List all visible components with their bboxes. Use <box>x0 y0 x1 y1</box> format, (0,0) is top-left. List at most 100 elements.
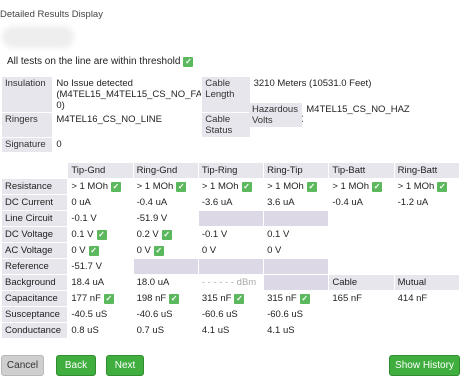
result-value: 4.1 uS <box>267 325 295 336</box>
result-cell: 0.7 uS <box>133 323 198 338</box>
result-cell: -40.6 uS <box>133 307 198 322</box>
results-grid: Tip-Gnd Ring-Gnd Tip-Ring Ring-Tip Tip-Batt R… <box>1 162 460 339</box>
result-cell: 0 V <box>198 243 264 258</box>
check-icon: ✓ <box>169 293 180 304</box>
result-cell: 4.1 uS <box>264 323 329 338</box>
empty-cell <box>394 211 459 226</box>
result-cell: 198 nF ✓ <box>133 291 198 306</box>
empty-cell <box>394 243 459 258</box>
check-icon: ✓ <box>111 181 122 192</box>
result-value: 0 V <box>136 245 151 256</box>
back-button[interactable]: Back <box>56 355 96 376</box>
result-cell: 18.4 uA <box>68 275 133 290</box>
header-blank <box>2 163 68 178</box>
cable-length-label: Cable Length <box>202 77 250 112</box>
result-value: > 1 MOh <box>332 181 370 192</box>
column-header: Ring-Gnd <box>133 163 198 178</box>
result-cell: > 1 MOh ✓ <box>329 179 394 194</box>
result-value: > 1 MOh <box>201 181 239 192</box>
result-value: -51.9 V <box>136 213 168 224</box>
next-button[interactable]: Next <box>106 355 144 376</box>
result-cell: 18.0 uA <box>133 275 198 290</box>
status-text: All tests on the line are within thresho… <box>7 56 181 67</box>
result-cell: 0 V ✓ <box>68 243 133 258</box>
result-cell: 0.2 V ✓ <box>133 227 198 242</box>
table-row: Background 18.4 uA 18.0 uA - - - - - - dBm C… <box>2 275 459 290</box>
result-value: > 1 MOh <box>71 181 109 192</box>
result-cell: > 1 MOh ✓ <box>264 179 329 194</box>
result-cell: -40.5 uS <box>68 307 133 322</box>
empty-cell <box>329 323 394 338</box>
empty-cell <box>329 227 394 242</box>
result-value: -0.1 V <box>201 229 228 240</box>
result-value: 3.6 uA <box>267 197 295 208</box>
empty-cell <box>394 227 459 242</box>
result-value: -60.6 uS <box>267 309 304 320</box>
result-cell: -0.4 uA <box>133 195 198 210</box>
show-history-button[interactable]: Show History <box>389 355 460 376</box>
check-icon: ✓ <box>96 229 107 240</box>
result-cell: 414 nF <box>394 291 459 306</box>
result-cell: > 1 MOh ✓ <box>394 179 459 194</box>
signature-label: Signature <box>2 138 53 152</box>
insulation-value: No Issue detected (M4TEL15_M4TEL15_CS_NO… <box>53 77 202 112</box>
result-value: > 1 MOh <box>267 181 304 192</box>
result-cell: -0.4 uA <box>329 195 394 210</box>
result-value: -51.7 V <box>71 261 102 272</box>
empty-cell <box>198 259 264 274</box>
row-label: DC Current <box>2 195 68 210</box>
empty-cell <box>198 211 264 226</box>
result-value: -0.1 V <box>71 213 97 224</box>
check-icon: ✓ <box>372 181 383 192</box>
result-value: > 1 MOh <box>397 181 435 192</box>
result-cell: -3.6 uA <box>198 195 264 210</box>
table-row: AC Voltage 0 V ✓ 0 V ✓ 0 V0 V <box>2 243 459 258</box>
column-header: Tip-Gnd <box>68 163 133 178</box>
row-label: Background <box>2 275 68 290</box>
result-value: 177 nF <box>71 293 101 304</box>
empty-cell <box>394 323 459 338</box>
result-cell: 165 nF <box>329 291 394 306</box>
empty-cell <box>329 307 394 322</box>
hazardous-volts-value: M4TEL15_CS_NO_HAZ <box>303 103 459 127</box>
result-value: 18.4 uA <box>71 277 105 288</box>
result-cell: 0 uA <box>68 195 133 210</box>
hazard-table: Hazardous Volts M4TEL15_CS_NO_HAZ <box>248 102 460 128</box>
check-icon: ✓ <box>88 245 99 256</box>
column-header: Ring-Batt <box>394 163 459 178</box>
cancel-button[interactable]: Cancel <box>1 355 44 376</box>
empty-cell <box>329 211 394 226</box>
result-cell: > 1 MOh ✓ <box>133 179 198 194</box>
result-value: -40.6 uS <box>136 309 173 320</box>
ringers-value: M4TEL16_CS_NO_LINE <box>53 113 202 137</box>
result-value: 315 nF <box>201 293 232 304</box>
result-cell: -1.2 uA <box>394 195 459 210</box>
result-value: 0 V <box>71 245 86 256</box>
result-cell: > 1 MOh ✓ <box>68 179 133 194</box>
empty-cell <box>329 243 394 258</box>
check-icon: ✓ <box>183 56 194 67</box>
result-cell: 315 nF ✓ <box>198 291 264 306</box>
empty-cell <box>394 307 459 322</box>
result-cell: -60.6 uS <box>198 307 264 322</box>
result-value: 414 nF <box>397 293 428 304</box>
row-label: Capacitance <box>2 291 68 306</box>
row-label: Conductance <box>2 323 68 338</box>
result-cell: 0.1 V <box>264 227 329 242</box>
result-value: 0.1 V <box>267 229 290 240</box>
table-row: DC Current 0 uA -0.4 uA -3.6 uA 3.6 uA -0.4 u… <box>2 195 459 210</box>
row-label: Line Circuit <box>2 211 68 226</box>
result-value: -0.4 uA <box>332 197 364 208</box>
threshold-status: All tests on the line are within thresho… <box>7 56 194 67</box>
table-row: Resistance > 1 MOh ✓ > 1 MOh ✓ > 1 MOh ✓ > 1 MO… <box>2 179 459 194</box>
result-cell: 4.1 uS <box>198 323 264 338</box>
result-value: 0 V <box>201 245 217 256</box>
row-label: Resistance <box>2 179 68 194</box>
page-title: Detailed Results Display <box>0 9 103 20</box>
column-header: Tip-Batt <box>329 163 394 178</box>
hazardous-volts-label: Hazardous Volts <box>249 103 303 127</box>
empty-cell <box>264 211 329 226</box>
result-value: 4.1 uS <box>201 325 230 336</box>
result-cell: 0.8 uS <box>68 323 133 338</box>
row-label: AC Voltage <box>2 243 68 258</box>
